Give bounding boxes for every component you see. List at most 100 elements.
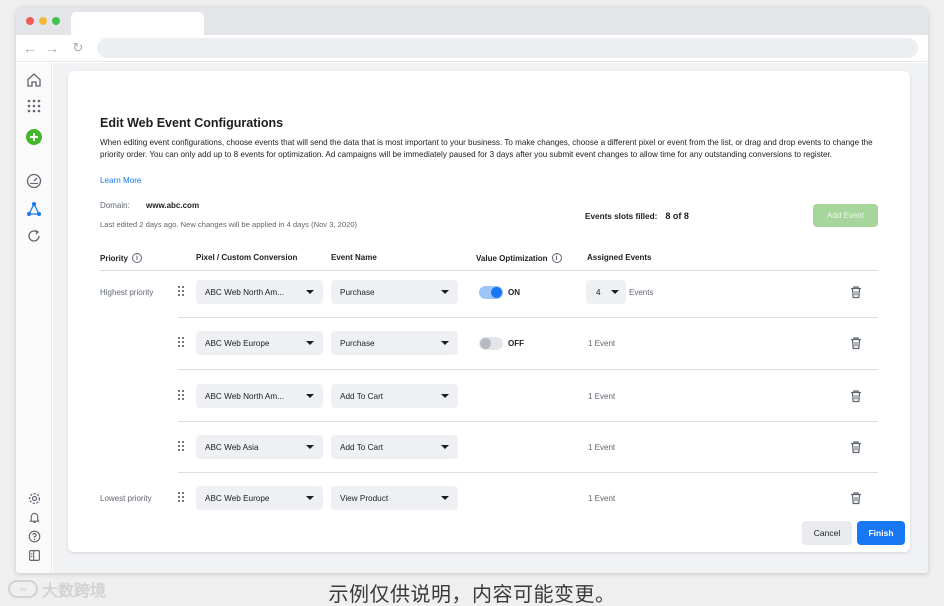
- add-event-button[interactable]: Add Event: [813, 204, 878, 227]
- chevron-down-icon: [441, 394, 449, 398]
- edit-configurations-panel: Edit Web Event Configurations When editi…: [68, 71, 910, 552]
- event-slots-counter: Events slots filled: 8 of 8: [585, 211, 689, 221]
- chevron-down-icon: [441, 496, 449, 500]
- assigned-events-header: Assigned Events: [587, 253, 652, 262]
- event-name-dropdown[interactable]: Purchase: [331, 331, 458, 355]
- event-name-value: View Product: [340, 493, 389, 503]
- caption-subtitle: 示例仅供说明，内容可能变更。: [328, 582, 616, 606]
- row-divider: [178, 369, 878, 370]
- event-name-value: Purchase: [340, 338, 375, 348]
- browser-tab-bar: [16, 7, 928, 35]
- help-icon[interactable]: [24, 526, 44, 546]
- event-name-dropdown[interactable]: Add To Cart: [331, 435, 458, 459]
- window-close-button[interactable]: [26, 17, 34, 25]
- delete-trash-icon[interactable]: [849, 285, 863, 299]
- value-optimization-toggle[interactable]: [479, 337, 503, 350]
- browser-nav-bar: ← → ↻: [16, 35, 928, 62]
- delete-trash-icon[interactable]: [849, 440, 863, 454]
- left-navigation-rail: [16, 63, 52, 573]
- events-manager-icon[interactable]: [24, 199, 44, 219]
- drag-handle-icon[interactable]: [178, 492, 186, 506]
- value-optimization-header: Value Optimization i: [476, 253, 562, 263]
- settings-gear-icon[interactable]: [24, 488, 44, 508]
- pixel-dropdown[interactable]: ABC Web North Am...: [196, 280, 323, 304]
- cancel-button[interactable]: Cancel: [802, 521, 852, 545]
- value-optimization-toggle[interactable]: [479, 286, 503, 299]
- event-name-dropdown[interactable]: View Product: [331, 486, 458, 510]
- priority-label: Lowest priority: [100, 494, 152, 503]
- event-name-dropdown[interactable]: Add To Cart: [331, 384, 458, 408]
- assigned-events-count: 4: [596, 287, 601, 297]
- pixel-dropdown[interactable]: ABC Web North Am...: [196, 384, 323, 408]
- home-icon[interactable]: [24, 70, 44, 90]
- chevron-down-icon: [306, 496, 314, 500]
- forward-arrow-icon[interactable]: →: [44, 39, 60, 57]
- drag-handle-icon[interactable]: [178, 390, 186, 404]
- value-optimization-status: ON: [508, 288, 520, 297]
- row-divider: [178, 472, 878, 473]
- row-divider: [178, 317, 878, 318]
- pixel-dropdown-value: ABC Web Europe: [205, 338, 270, 348]
- delete-trash-icon[interactable]: [849, 336, 863, 350]
- last-edited-note: Last edited 2 days ago. New changes will…: [100, 220, 358, 229]
- row-divider: [178, 421, 878, 422]
- delete-trash-icon[interactable]: [849, 389, 863, 403]
- table-row: ABC Web North Am... Add To Cart 1 Event: [68, 384, 910, 410]
- reload-icon[interactable]: ↻: [70, 39, 86, 57]
- pixel-dropdown[interactable]: ABC Web Asia: [196, 435, 323, 459]
- pixel-dropdown-value: ABC Web Europe: [205, 493, 270, 503]
- chevron-down-icon: [441, 445, 449, 449]
- content-area: Edit Web Event Configurations When editi…: [53, 63, 928, 573]
- priority-info-icon[interactable]: i: [132, 253, 143, 263]
- dashboard-gauge-icon[interactable]: [24, 171, 44, 191]
- table-row: Lowest priority ABC Web Europe View Prod…: [68, 486, 910, 512]
- drag-handle-icon[interactable]: [178, 286, 186, 300]
- pixel-dropdown-value: ABC Web Asia: [205, 442, 259, 452]
- notifications-bell-icon[interactable]: [24, 507, 44, 527]
- domain-value: www.abc.com: [146, 201, 200, 210]
- assigned-events-value: 1 Event: [588, 392, 616, 401]
- assigned-events-value: 1 Event: [588, 443, 616, 452]
- create-plus-icon[interactable]: [24, 127, 44, 147]
- chevron-down-icon: [306, 394, 314, 398]
- drag-handle-icon[interactable]: [178, 337, 186, 351]
- apps-grid-icon[interactable]: [24, 96, 44, 116]
- browser-tab[interactable]: [71, 12, 204, 35]
- priority-label: Highest priority: [100, 288, 154, 297]
- event-slots-value: 8 of 8: [665, 211, 689, 221]
- priority-header: Priority i: [100, 253, 143, 263]
- drag-handle-icon[interactable]: [178, 441, 186, 455]
- event-name-dropdown[interactable]: Purchase: [331, 280, 458, 304]
- chevron-down-icon: [611, 290, 619, 294]
- table-row: ABC Web Asia Add To Cart 1 Event: [68, 435, 910, 461]
- assigned-events-value: 1 Event: [588, 339, 616, 348]
- chevron-down-icon: [306, 445, 314, 449]
- window-maximize-button[interactable]: [52, 17, 60, 25]
- event-name-value: Add To Cart: [340, 391, 384, 401]
- value-optimization-header-label: Value Optimization: [476, 253, 548, 263]
- back-arrow-icon[interactable]: ←: [22, 39, 38, 57]
- finish-button[interactable]: Finish: [857, 521, 905, 545]
- assigned-events-suffix: Events: [629, 288, 654, 297]
- assigned-events-value: 1 Event: [588, 494, 616, 503]
- value-optimization-info-icon[interactable]: i: [551, 253, 562, 263]
- event-name-value: Add To Cart: [340, 442, 384, 452]
- event-slots-label: Events slots filled:: [585, 212, 658, 221]
- refresh-icon[interactable]: [24, 226, 44, 246]
- window-minimize-button[interactable]: [39, 17, 47, 25]
- toggle-knob: [491, 287, 502, 298]
- pixel-dropdown[interactable]: ABC Web Europe: [196, 331, 323, 355]
- page-title: Edit Web Event Configurations: [100, 116, 284, 130]
- pixel-dropdown[interactable]: ABC Web Europe: [196, 486, 323, 510]
- toggle-knob: [480, 338, 491, 349]
- priority-header-label: Priority: [100, 253, 129, 263]
- learn-more-link[interactable]: Learn More: [100, 176, 141, 185]
- address-bar[interactable]: [97, 38, 918, 58]
- panel-icon[interactable]: [24, 545, 44, 565]
- table-row: Highest priority ABC Web North Am... Pur…: [68, 280, 910, 306]
- delete-trash-icon[interactable]: [849, 491, 863, 505]
- page-description: When editing event configurations, choos…: [100, 138, 873, 160]
- assigned-events-dropdown[interactable]: 4: [586, 280, 626, 304]
- table-row: ABC Web Europe Purchase OFF 1 Event: [68, 331, 910, 357]
- chevron-down-icon: [441, 341, 449, 345]
